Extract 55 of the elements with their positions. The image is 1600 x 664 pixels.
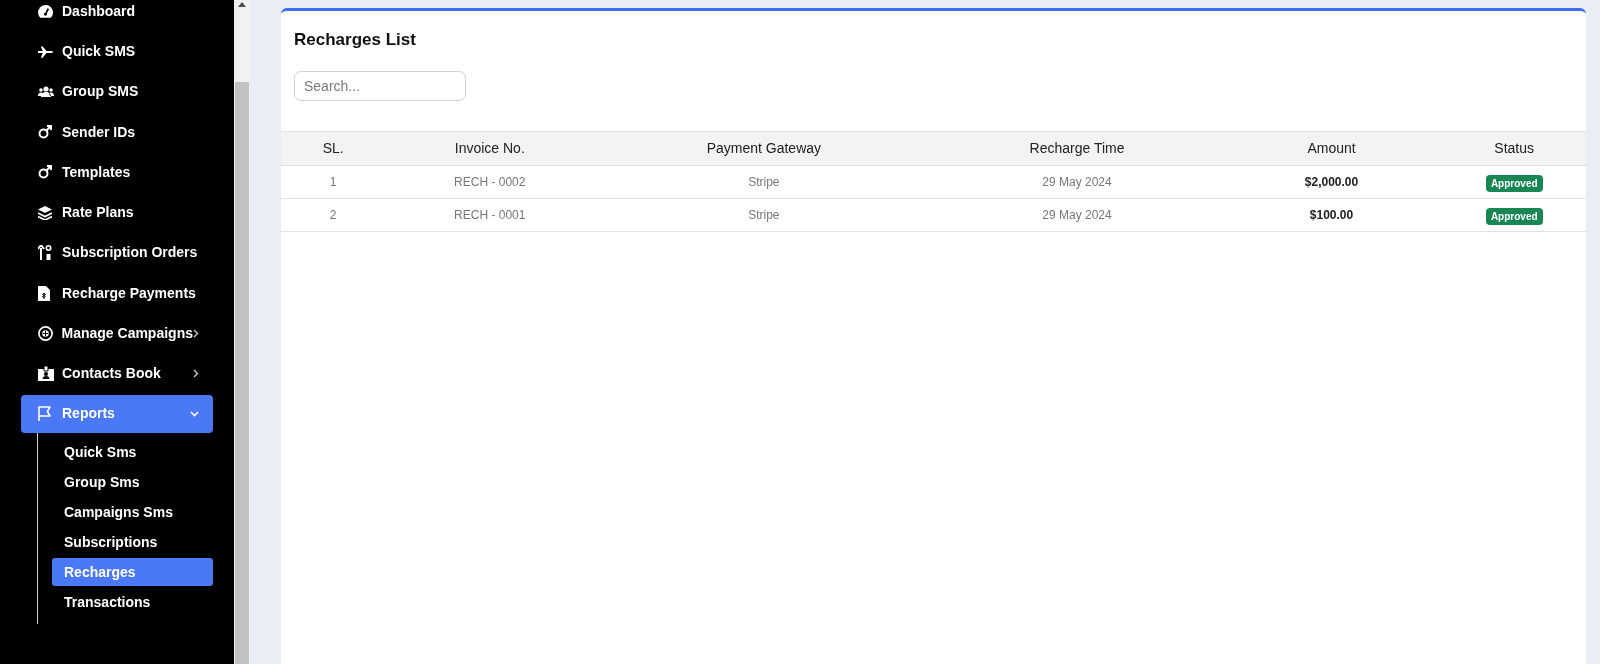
sidebar-item-label: Contacts Book [62,364,162,383]
scrollbar[interactable] [234,0,250,664]
sidebar-item-label: Recharge Payments [62,283,197,303]
column-header: Payment Gateway [594,131,934,166]
table-cell: 1 [281,165,386,199]
submenu-item[interactable]: Transactions [52,588,213,616]
table-cell: RECH - 0002 [385,165,595,199]
table-cell: 29 May 2024 [933,198,1221,232]
column-header: Invoice No. [385,131,595,166]
male-symbol-icon [38,165,52,180]
sidebar-item-label: Subscription Orders [62,243,199,263]
sidebar-item-label: Dashboard [62,1,137,21]
column-header: Status [1442,131,1586,166]
sidebar-item-label: Group SMS [62,82,140,102]
gauge-icon [38,4,53,18]
sidebar-item-label: Sender IDs [62,122,137,142]
sidebar-item-label: Reports [62,404,116,424]
contact-card-icon [38,366,54,381]
table-cell: RECH - 0001 [385,198,595,232]
submenu-item[interactable]: Recharges [52,558,213,586]
amount-cell: $100.00 [1220,198,1443,232]
submenu-item[interactable]: Campaigns Sms [52,498,213,526]
status-badge: Approved [1485,175,1543,192]
sidebar-item-label: Rate Plans [62,203,135,222]
amount-cell: $2,000.00 [1220,165,1443,199]
table-cell: Stripe [594,165,934,199]
airplane-icon [38,45,53,58]
sidebar-item-label: Templates [62,162,132,182]
column-header: Recharge Time [933,131,1221,166]
sidebar-item-label: Quick SMS [62,42,137,61]
sort-icon [38,245,52,261]
sidebar-item-label: Manage Campaigns [61,323,193,343]
column-header: Amount [1220,131,1443,166]
chevron-down-icon [190,410,199,417]
layers-icon [38,205,52,220]
male-symbol-icon [38,125,52,139]
scrollbar-thumb[interactable] [235,82,249,664]
invoice-icon [38,285,50,301]
flag-icon [38,406,52,422]
card-title: Recharges List [293,29,417,51]
badge-icon [38,325,53,341]
table-cell: 29 May 2024 [933,165,1221,199]
sidebar-item[interactable]: Reports [21,394,213,433]
chevron-right-icon [193,369,199,378]
table-cell: 2 [281,198,386,232]
status-badge: Approved [1485,208,1543,225]
users-icon [38,86,54,98]
search-field[interactable]: Search... [294,71,466,101]
submenu-item[interactable]: Subscriptions [52,528,213,556]
table-cell: Stripe [594,198,934,232]
submenu-item[interactable]: Quick Sms [52,438,213,466]
submenu-item[interactable]: Group Sms [52,468,213,496]
chevron-right-icon [193,328,199,338]
scroll-up-icon[interactable] [238,2,246,7]
column-header: SL. [281,131,386,166]
